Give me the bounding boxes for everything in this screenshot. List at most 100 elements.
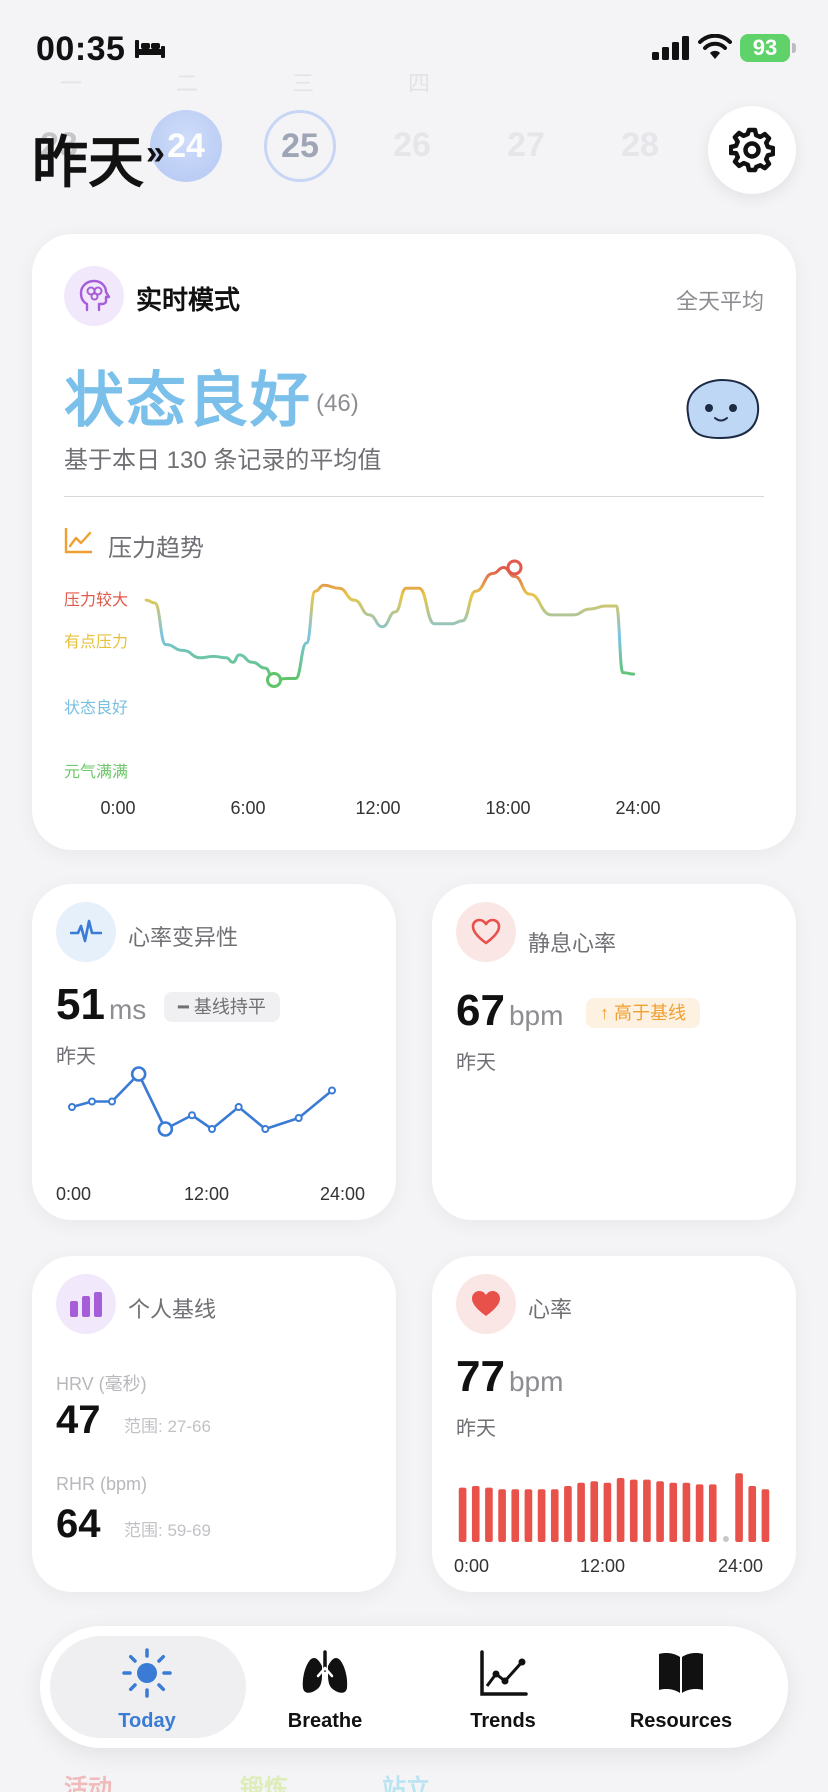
realtime-card[interactable]: 实时模式 全天平均 状态良好 (46) 基于本日 130 条记录的平均值 压力趋… — [32, 234, 796, 850]
hr-bar — [708, 1484, 717, 1542]
date-25-today[interactable]: 25 — [264, 110, 336, 182]
hrv-point — [130, 1066, 147, 1082]
tab-breathe[interactable]: Breathe — [240, 1626, 410, 1748]
hrv-x-tick: 0:00 — [56, 1184, 92, 1204]
tab-resources[interactable]: Resources — [596, 1626, 766, 1748]
stress-x-tick: 24:00 — [615, 798, 661, 818]
hrv-x-tick: 24:00 — [320, 1184, 366, 1204]
hr-x-tick: 24:00 — [718, 1556, 764, 1576]
tab-today[interactable]: Today — [62, 1626, 232, 1748]
tab-trends[interactable]: Trends — [418, 1626, 588, 1748]
hr-bar — [669, 1482, 678, 1542]
tab-today-label: Today — [118, 1710, 176, 1732]
tab-breathe-label: Breathe — [287, 1710, 363, 1732]
hr-x-tick: 12:00 — [580, 1556, 626, 1576]
battery-indicator: 93 — [740, 34, 796, 62]
bar-chart-icon — [56, 1274, 116, 1334]
hr-bar — [761, 1489, 770, 1542]
hr-bar — [471, 1486, 480, 1542]
hr-bar — [629, 1479, 638, 1542]
book-icon — [659, 1653, 703, 1693]
status-time: 00:35 — [36, 30, 126, 68]
peek-stand-label: 站立 — [382, 1775, 430, 1792]
lungs-icon — [302, 1650, 348, 1693]
hr-bar — [682, 1482, 691, 1542]
tab-resources-label: Resources — [629, 1710, 733, 1732]
hrv-point — [328, 1086, 336, 1095]
baseline-rhr-label: RHR (bpm) — [56, 1474, 148, 1494]
double-chevron-icon: » — [146, 134, 165, 172]
hr-bar — [537, 1489, 546, 1542]
wifi-icon — [698, 34, 732, 59]
personal-baseline-card[interactable]: 个人基线 HRV (毫秒) 47 范围: 27-66 RHR (bpm) 64 … — [32, 1256, 396, 1592]
stress-x-tick: 12:00 — [355, 798, 401, 818]
hr-bar — [524, 1489, 533, 1542]
stress-x-tick: 18:00 — [485, 798, 531, 818]
hr-bar — [748, 1486, 757, 1542]
hrv-point — [108, 1097, 116, 1106]
baseline-hrv-value: 47 — [56, 1398, 101, 1442]
hrv-point — [188, 1111, 196, 1120]
gear-icon — [729, 127, 775, 173]
baseline-rhr-range: 范围: 59-69 — [124, 1521, 211, 1540]
hr-bar — [511, 1489, 520, 1542]
page-title: 昨天 — [32, 131, 144, 194]
hr-bar — [564, 1486, 572, 1542]
sun-icon — [122, 1648, 172, 1698]
hrv-card[interactable]: 心率变异性 51 ms ━ 基线持平 昨天 0:00 12:00 24:00 — [32, 884, 396, 1220]
stress-x-tick: 0:00 — [100, 798, 136, 818]
signal-icon — [652, 36, 689, 60]
stress-max-point — [506, 559, 523, 576]
hr-bar — [722, 1536, 729, 1542]
hrv-x-tick: 12:00 — [184, 1184, 230, 1204]
hr-bar — [643, 1479, 651, 1542]
hr-bar — [695, 1484, 704, 1542]
bed-icon — [135, 40, 165, 58]
tab-bar: Today Breathe Trends Resources — [40, 1626, 788, 1748]
peek-activity-label: 活动 — [64, 1775, 112, 1792]
stress-min-point — [266, 672, 282, 688]
hrv-point — [68, 1103, 76, 1111]
tab-trends-label: Trends — [470, 1710, 536, 1732]
stress-trend-chart[interactable] — [32, 234, 796, 850]
stress-x-tick: 6:00 — [230, 798, 266, 818]
heart-rate-card[interactable]: 心率 77 bpm 昨天 0:00 12:00 24:00 — [432, 1256, 796, 1592]
hrv-point — [157, 1121, 174, 1137]
rhr-badge-label: 高于基线 — [614, 1003, 687, 1023]
hr-bar — [656, 1481, 664, 1542]
hrv-point — [261, 1125, 270, 1133]
date-28[interactable]: 28 — [604, 126, 676, 165]
hrv-point — [208, 1125, 216, 1133]
baseline-hrv-label: HRV (毫秒) — [56, 1374, 147, 1394]
baseline-hrv-range: 范围: 27-66 — [124, 1417, 211, 1436]
rhr-unit: bpm — [508, 1000, 564, 1031]
peek-exercise-label: 锻炼 — [240, 1775, 288, 1792]
hr-bar — [458, 1487, 467, 1542]
hrv-mini-chart — [68, 1066, 336, 1137]
hr-bar — [485, 1487, 493, 1542]
resting-heart-rate-card[interactable]: 静息心率 67 bpm ↑ 高于基线 昨天 — [432, 884, 796, 1220]
heart-rate-bar-chart — [458, 1473, 770, 1542]
hr-bar — [550, 1489, 559, 1542]
date-26[interactable]: 26 — [376, 126, 448, 165]
hrv-point — [294, 1114, 303, 1122]
rhr-day-label: 昨天 — [456, 1052, 496, 1074]
hrv-point — [88, 1097, 96, 1106]
rhr-value: 67 bpm — [456, 986, 563, 1036]
hr-bar — [577, 1482, 585, 1542]
hr-bar — [616, 1478, 625, 1542]
settings-button[interactable] — [708, 106, 796, 194]
hr-x-tick: 0:00 — [454, 1556, 490, 1576]
stress-series-line — [144, 566, 636, 682]
heart-outline-icon — [456, 902, 516, 962]
baseline-rhr-value: 64 — [56, 1502, 101, 1546]
date-27[interactable]: 27 — [490, 126, 562, 165]
hr-bar — [603, 1482, 612, 1542]
hr-bar — [735, 1473, 743, 1542]
hr-bar — [498, 1489, 506, 1542]
hrv-point — [234, 1103, 243, 1111]
chart-icon — [480, 1650, 528, 1696]
hr-bar — [590, 1481, 599, 1542]
baseline-title: 个人基线 — [128, 1297, 217, 1322]
arrow-up-icon: ↑ — [600, 1003, 615, 1023]
